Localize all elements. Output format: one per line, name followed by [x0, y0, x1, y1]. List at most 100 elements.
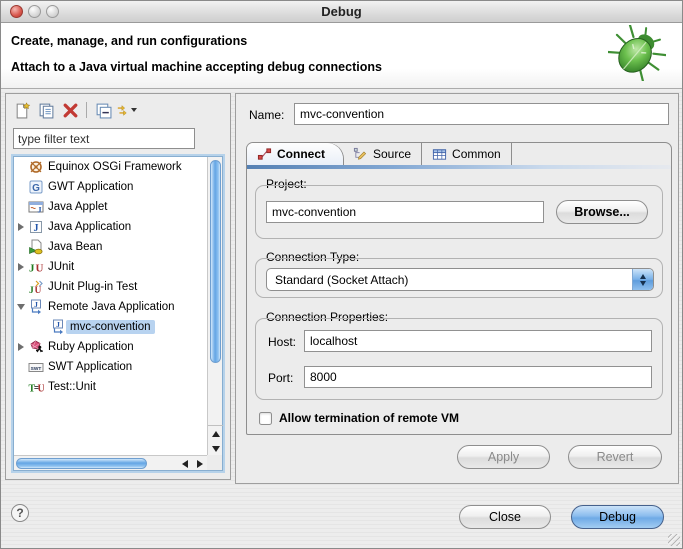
filter-configurations-button[interactable] [117, 100, 137, 120]
equinox-icon [27, 159, 44, 175]
source-icon [353, 147, 368, 162]
horizontal-scrollbar-thumb[interactable] [16, 458, 147, 469]
tree-item-equinox-osgi-framework[interactable]: Equinox OSGi Framework [14, 157, 207, 177]
delete-configuration-button[interactable] [60, 100, 80, 120]
common-icon [432, 147, 447, 162]
dropdown-stepper-icon [632, 269, 653, 290]
java-applet-icon: J [27, 199, 44, 215]
toolbar-separator [86, 102, 87, 118]
tree-item-remote-java-application[interactable]: JRemote Java Application [14, 297, 207, 317]
apply-button[interactable]: Apply [457, 445, 550, 469]
scroll-up-button[interactable] [208, 426, 223, 441]
junit-plugin-icon: JU [27, 279, 44, 295]
tree-item-label: mvc-convention [66, 320, 155, 334]
svg-text:U: U [35, 263, 43, 275]
java-app-icon: J [27, 219, 44, 235]
tree-item-gwt-application[interactable]: GGWT Application [14, 177, 207, 197]
tree-item-java-application[interactable]: JJava Application [14, 217, 207, 237]
tab-source-label: Source [373, 147, 411, 161]
scroll-down-button[interactable] [208, 441, 223, 456]
connection-type-group: Standard (Socket Attach) [255, 258, 663, 298]
allow-termination-row: Allow termination of remote VM [259, 411, 459, 425]
tree-item-label: Test::Unit [44, 380, 100, 394]
green-bug-icon [608, 25, 666, 81]
swt-icon: SWT [27, 359, 44, 375]
tree-item-label: Java Application [44, 220, 135, 234]
svg-text:SWT: SWT [30, 366, 41, 372]
svg-text:J: J [56, 320, 60, 329]
gwt-icon: G [27, 179, 44, 195]
allow-termination-checkbox[interactable] [259, 412, 272, 425]
collapse-all-button[interactable] [93, 100, 113, 120]
testunit-icon: T=U [27, 379, 44, 395]
title-bar[interactable]: Debug [1, 1, 682, 23]
tab-source[interactable]: Source [343, 143, 422, 165]
tree-item-label: Java Applet [44, 200, 111, 214]
connect-icon [257, 147, 272, 162]
tree-item-swt-application[interactable]: SWTSWT Application [14, 357, 207, 377]
allow-termination-label: Allow termination of remote VM [279, 411, 459, 425]
debug-button[interactable]: Debug [571, 505, 664, 529]
configurations-panel: Equinox OSGi FrameworkGGWT ApplicationJJ… [5, 93, 231, 480]
scroll-right-button[interactable] [192, 456, 207, 471]
host-input[interactable] [304, 330, 652, 352]
resize-grip[interactable] [668, 534, 680, 546]
configurations-tree: Equinox OSGi FrameworkGGWT ApplicationJJ… [13, 156, 223, 471]
scroll-left-button[interactable] [177, 456, 192, 471]
tree-item-test-unit[interactable]: T=UTest::Unit [14, 377, 207, 397]
debug-dialog: Debug Create, manage, and run configurat… [0, 0, 683, 549]
connection-type-dropdown[interactable]: Standard (Socket Attach) [266, 268, 654, 291]
header-subtitle: Attach to a Java virtual machine accepti… [11, 60, 382, 74]
project-group: Browse... [255, 185, 663, 239]
remote-java-icon: J [49, 319, 66, 335]
tab-connect-label: Connect [277, 147, 325, 161]
configuration-detail-panel: Name: Connect Source Common Project: [235, 93, 679, 484]
svg-text:J: J [29, 286, 34, 295]
collapsed-arrow-icon[interactable] [14, 343, 27, 351]
horizontal-scrollbar[interactable] [14, 455, 207, 470]
browse-button[interactable]: Browse... [556, 200, 648, 224]
tab-common[interactable]: Common [422, 143, 512, 165]
connection-type-value: Standard (Socket Attach) [267, 273, 632, 287]
tree-viewport: Equinox OSGi FrameworkGGWT ApplicationJJ… [14, 157, 207, 455]
port-input[interactable] [304, 366, 652, 388]
port-label: Port: [268, 371, 293, 385]
tree-item-junit-plug-in-test[interactable]: JUJUnit Plug-in Test [14, 277, 207, 297]
close-button[interactable]: Close [459, 505, 551, 529]
window-title: Debug [1, 4, 682, 19]
tree-item-mvc-convention[interactable]: Jmvc-convention [14, 317, 207, 337]
host-label: Host: [268, 335, 296, 349]
tree-item-label: Java Bean [44, 240, 106, 254]
svg-text:U: U [34, 286, 41, 295]
collapsed-arrow-icon[interactable] [14, 223, 27, 231]
expanded-arrow-icon[interactable] [14, 304, 27, 310]
collapsed-arrow-icon[interactable] [14, 263, 27, 271]
connection-properties-group: Host: Port: [255, 318, 663, 400]
tree-item-label: Ruby Application [44, 340, 138, 354]
filter-input[interactable] [13, 128, 195, 149]
tree-item-java-applet[interactable]: JJava Applet [14, 197, 207, 217]
tab-row: Connect Source Common [247, 143, 671, 165]
vertical-scrollbar[interactable] [207, 157, 222, 455]
remote-java-icon: J [27, 299, 44, 315]
new-configuration-button[interactable] [12, 100, 32, 120]
svg-text:G: G [32, 183, 40, 194]
tab-selection-strip [247, 165, 671, 169]
tree-item-label: SWT Application [44, 360, 136, 374]
ruby-icon [27, 339, 44, 355]
header-title: Create, manage, and run configurations [11, 34, 247, 48]
tab-connect[interactable]: Connect [247, 143, 343, 165]
tree-item-junit[interactable]: JUJUnit [14, 257, 207, 277]
name-input[interactable] [294, 103, 669, 125]
svg-text:U: U [37, 384, 44, 395]
tree-item-label: Equinox OSGi Framework [44, 160, 186, 174]
tree-item-java-bean[interactable]: Java Bean [14, 237, 207, 257]
help-button[interactable]: ? [11, 504, 29, 522]
header-banner: Create, manage, and run configurations A… [1, 23, 682, 89]
revert-button[interactable]: Revert [568, 445, 662, 469]
tree-item-ruby-application[interactable]: Ruby Application [14, 337, 207, 357]
duplicate-configuration-button[interactable] [36, 100, 56, 120]
vertical-scrollbar-thumb[interactable] [210, 160, 221, 363]
java-bean-icon [27, 239, 44, 255]
project-input[interactable] [266, 201, 544, 223]
